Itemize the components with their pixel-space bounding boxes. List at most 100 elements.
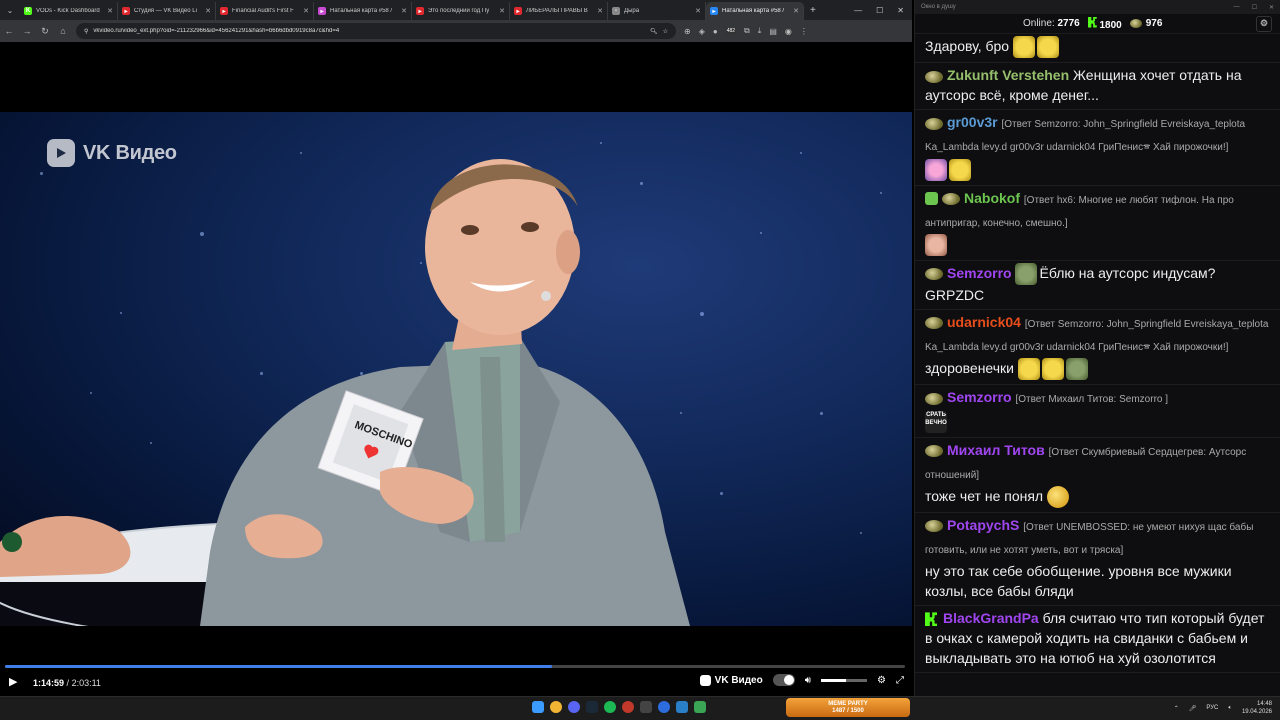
vk-logo-icon — [47, 139, 75, 167]
extension-icon[interactable]: ⊕ — [684, 27, 691, 36]
chat-message[interactable]: Zukunft Verstehen Женщина хочет отдать н… — [915, 63, 1280, 111]
chat-settings-icon[interactable]: ⚙ — [1256, 15, 1272, 32]
tab-close-icon[interactable]: ✕ — [303, 7, 309, 15]
emote-icon — [1015, 263, 1038, 286]
chat-username[interactable]: BlackGrandPa — [943, 610, 1039, 626]
back-icon[interactable]: ← — [4, 26, 14, 36]
meme-party-widget[interactable]: MEME PARTY 1487 / 1500 — [786, 698, 910, 717]
app-icon[interactable] — [640, 701, 652, 713]
chat-message[interactable]: gr00v3r [Ответ Semzorro: John_Springfiel… — [915, 110, 1280, 186]
chat-username[interactable]: PotapychS — [947, 517, 1019, 533]
chat-message[interactable]: udarnick04 [Ответ Semzorro: John_Springf… — [915, 310, 1280, 386]
browser-tab[interactable]: ▸ Натальная карта #58 / ✕ — [314, 2, 412, 20]
chat-username[interactable]: Nabokof — [964, 190, 1020, 206]
chat-message[interactable]: Здарову, бро — [915, 34, 1280, 64]
window-controls: — ☐ ✕ — [854, 6, 912, 15]
fullscreen-icon[interactable]: ⤢ — [896, 675, 904, 686]
meme-party-values: 1487 / 1500 — [832, 707, 864, 714]
zoom-icon[interactable]: 🔍︎ — [650, 28, 658, 35]
followers-stat: 1800 — [1087, 16, 1122, 31]
chat-minimize-icon[interactable]: — — [1234, 4, 1240, 11]
chat-maximize-icon[interactable]: ☐ — [1252, 4, 1257, 11]
close-icon[interactable]: ✕ — [897, 6, 904, 15]
lang-indicator[interactable]: РУС — [1206, 705, 1218, 711]
chrome-icon[interactable] — [550, 701, 562, 713]
excel-icon[interactable] — [694, 701, 706, 713]
tab-title: Дыра — [624, 8, 640, 14]
steam-icon[interactable] — [586, 701, 598, 713]
browser-tab[interactable]: ▸ ЛИБЕРАЛЫ ПРАВЫ В ✕ — [510, 2, 608, 20]
bookmark-star-icon[interactable]: ☆ — [663, 28, 668, 35]
tray-chevron-icon[interactable]: ⌃ — [1174, 705, 1179, 712]
download-icon[interactable]: ⤓ — [758, 26, 762, 36]
tab-title: Это последний год Пу — [428, 8, 490, 14]
chat-username[interactable]: udarnick04 — [947, 314, 1021, 330]
menu-icon[interactable]: ⋮ — [800, 27, 808, 36]
discord-icon[interactable] — [568, 701, 580, 713]
tab-close-icon[interactable]: ✕ — [597, 7, 603, 15]
chat-message[interactable]: BlackGrandPa бля считаю что тип который … — [915, 606, 1280, 674]
shield-ext-icon[interactable]: ◈ — [699, 27, 705, 36]
browser-tab[interactable]: ▫ Дыра ✕ — [608, 2, 706, 20]
browser-tab[interactable]: K VODs - Kick Dashboard ✕ — [20, 2, 118, 20]
obs-icon[interactable] — [622, 701, 634, 713]
vk-brand-label: VK Видео — [714, 674, 763, 686]
vk-video-button[interactable]: VK Видео — [699, 674, 763, 686]
new-tab-button[interactable]: + — [804, 5, 822, 16]
chat-message[interactable]: Semzorro [Ответ Михаил Титов: Semzorro ]… — [915, 385, 1280, 438]
url-field[interactable]: ⚲ vkvideo.ru/video_ext.php?oid=-21123296… — [76, 23, 676, 39]
browser-tab[interactable]: ▸ Натальная карта #58 / ✕ — [706, 2, 804, 20]
volume-slider[interactable] — [821, 678, 868, 682]
tab-title: Натальная карта #58 / — [330, 8, 393, 14]
browser-tab[interactable]: ▸ Это последний год Пу ✕ — [412, 2, 510, 20]
chat-username[interactable]: Zukunft Verstehen — [947, 67, 1069, 83]
record-ext-icon[interactable]: ● — [713, 27, 718, 36]
chat-username[interactable]: Михаил Титов — [947, 442, 1045, 458]
user-badge-icon — [925, 445, 943, 458]
telegram-icon[interactable] — [676, 701, 688, 713]
tab-close-icon[interactable]: ✕ — [401, 7, 407, 15]
home-icon[interactable]: ⌂ — [58, 26, 68, 36]
speaker-icon[interactable]: 🔈︎ — [1228, 705, 1232, 712]
autoplay-toggle[interactable] — [772, 674, 795, 686]
chat-username[interactable]: Semzorro — [947, 265, 1012, 281]
chat-username[interactable]: gr00v3r — [947, 114, 998, 130]
chat-username[interactable]: Semzorro — [947, 389, 1012, 405]
profile-icon[interactable]: ◉ — [785, 27, 792, 36]
sidebar-icon[interactable]: ▤ — [769, 27, 777, 36]
player-icon[interactable] — [658, 701, 670, 713]
play-icon[interactable]: ▶ — [9, 675, 17, 688]
maximize-icon[interactable]: ☐ — [876, 6, 883, 15]
chat-message[interactable]: Михаил Титов [Ответ Скумбриевый Сердцегр… — [915, 438, 1280, 514]
tab-search-icon[interactable]: ⌄ — [0, 0, 20, 20]
video-frame[interactable]: MOSCHINO VK Видео — [0, 112, 912, 626]
tab-close-icon[interactable]: ✕ — [107, 7, 113, 15]
chat-messages[interactable]: Здарову, бро Zukunft Verstehen Женщина х… — [915, 34, 1280, 696]
reply-reference[interactable]: [Ответ Михаил Титов: Semzorro ] — [1015, 394, 1168, 405]
chat-close-icon[interactable]: ✕ — [1269, 4, 1274, 11]
windows-start-icon[interactable] — [532, 701, 544, 713]
clock-time: 14:48 — [1256, 701, 1272, 707]
spotify-icon[interactable] — [604, 701, 616, 713]
browser-tab[interactable]: ▸ Financial Audit's First F ✕ — [216, 2, 314, 20]
chat-message[interactable]: PotapychS [Ответ UNEMBOSSED: не умеют ни… — [915, 513, 1280, 607]
site-info-icon[interactable]: ⚲ — [84, 28, 88, 35]
browser-tab[interactable]: ▸ Студия — VK Видео Li ✕ — [118, 2, 216, 20]
mic-icon[interactable]: 🎤︎ — [1189, 705, 1197, 712]
tab-close-icon[interactable]: ✕ — [695, 7, 701, 15]
volume-icon[interactable]: 🔊︎ — [805, 675, 811, 686]
progress-bar[interactable] — [5, 665, 905, 668]
puzzle-icon[interactable]: ⧉ — [744, 26, 750, 36]
tab-close-icon[interactable]: ✕ — [793, 7, 799, 15]
settings-gear-icon[interactable]: ⚙ — [877, 675, 886, 686]
tab-close-icon[interactable]: ✕ — [205, 7, 211, 15]
chat-message[interactable]: Nabokof [Ответ hx6: Многие не любят тифл… — [915, 186, 1280, 261]
reload-icon[interactable]: ↻ — [40, 26, 50, 37]
minimize-icon[interactable]: — — [854, 6, 862, 15]
clock[interactable]: 14:48 19.04.2026 — [1242, 700, 1272, 716]
tab-close-icon[interactable]: ✕ — [499, 7, 505, 15]
volume-fill — [821, 678, 847, 682]
chat-message[interactable]: Semzorro Ёблю на аутсорс индусам? GRPZDC — [915, 261, 1280, 311]
forward-icon[interactable]: → — [22, 26, 32, 36]
tab-favicon-icon: ▸ — [318, 7, 326, 15]
